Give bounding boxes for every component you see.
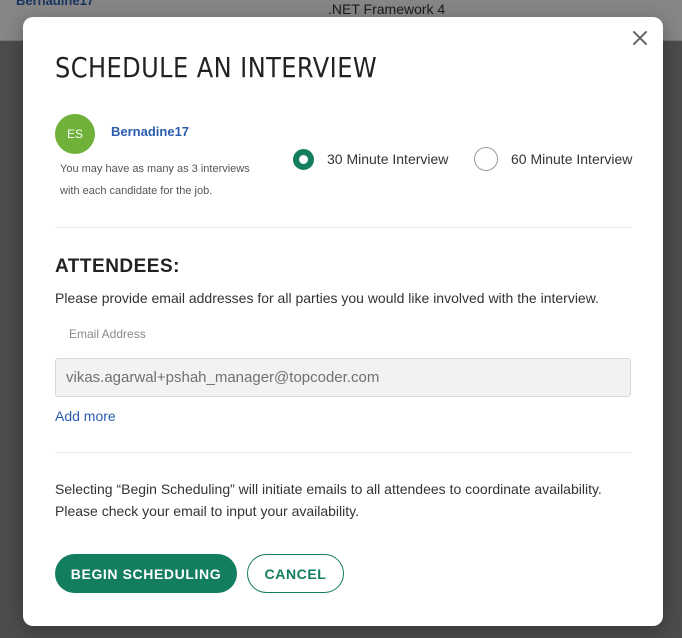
close-icon[interactable] xyxy=(631,29,649,47)
cancel-button[interactable]: CANCEL xyxy=(247,554,344,593)
radio-checked-icon[interactable] xyxy=(293,148,314,170)
avatar: ES xyxy=(55,114,95,154)
radio-30-minute-label[interactable]: 30 Minute Interview xyxy=(327,151,448,167)
candidate-username-link[interactable]: Bernadine17 xyxy=(111,124,189,139)
attendees-instructions: Please provide email addresses for all p… xyxy=(55,290,599,306)
interview-limit-note-line1: You may have as many as 3 interviews xyxy=(60,163,250,175)
divider xyxy=(55,452,631,453)
scheduling-info-line1: Selecting “Begin Scheduling” will initia… xyxy=(55,481,602,497)
radio-30-minute[interactable]: 30 Minute Interview xyxy=(293,146,448,172)
divider xyxy=(55,227,631,228)
scheduling-info: Selecting “Begin Scheduling” will initia… xyxy=(55,478,635,522)
email-address-input[interactable] xyxy=(55,358,631,397)
radio-60-minute-label[interactable]: 60 Minute Interview xyxy=(511,151,632,167)
interview-limit-note: You may have as many as 3 interviews wit… xyxy=(60,158,270,202)
modal-title: SCHEDULE AN INTERVIEW xyxy=(55,51,378,84)
add-more-link[interactable]: Add more xyxy=(55,408,116,424)
scheduling-info-line2: Please check your email to input your av… xyxy=(55,503,360,519)
radio-unchecked-icon[interactable] xyxy=(474,147,498,171)
radio-60-minute[interactable]: 60 Minute Interview xyxy=(474,146,632,172)
begin-scheduling-button[interactable]: BEGIN SCHEDULING xyxy=(55,554,237,593)
attendees-heading: ATTENDEES: xyxy=(55,256,180,277)
interview-limit-note-line2: with each candidate for the job. xyxy=(60,185,213,197)
schedule-interview-modal: SCHEDULE AN INTERVIEW ES Bernadine17 You… xyxy=(23,17,663,626)
email-address-label: Email Address xyxy=(69,327,146,341)
